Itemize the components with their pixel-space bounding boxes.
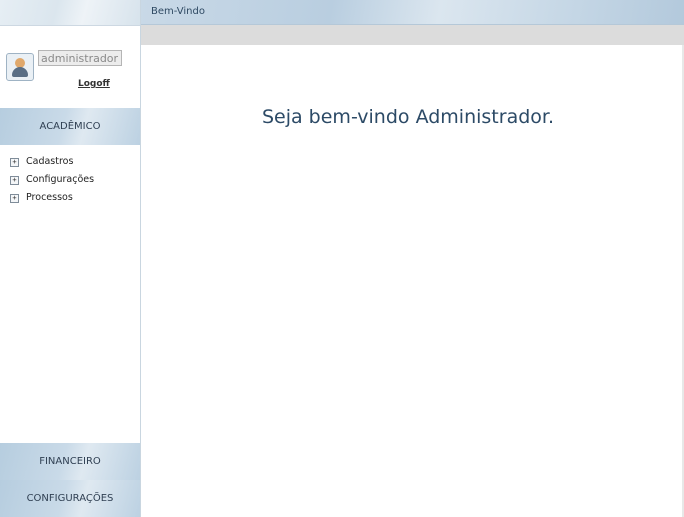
welcome-message: Seja bem-vindo Administrador. — [261, 106, 555, 128]
plus-box-icon[interactable]: + — [10, 157, 19, 167]
user-panel: Logoff — [0, 44, 140, 102]
tree-item-processos[interactable]: + Processos — [10, 189, 94, 207]
plus-box-icon[interactable]: + — [10, 193, 19, 203]
plus-box-icon[interactable]: + — [10, 175, 19, 185]
tree-item-configuracoes[interactable]: + Configurações — [10, 171, 94, 189]
username-field[interactable] — [38, 50, 122, 66]
tree-item-label: Configurações — [26, 174, 95, 185]
top-header: Bem-Vindo — [141, 0, 684, 25]
tree-item-cadastros[interactable]: + Cadastros — [10, 153, 94, 171]
page-title: Bem-Vindo — [151, 6, 205, 17]
user-avatar-icon — [6, 53, 34, 81]
tree-item-label: Cadastros — [26, 156, 74, 167]
tree-item-label: Processos — [26, 192, 73, 203]
section-academico[interactable]: ACADÊMICO — [0, 108, 140, 145]
section-configuracoes[interactable]: CONFIGURAÇÕES — [0, 480, 140, 517]
logoff-link[interactable]: Logoff — [78, 79, 110, 89]
menu-tree: + Cadastros + Configurações + Processos — [10, 153, 94, 207]
toolbar-strip — [141, 25, 684, 45]
section-financeiro[interactable]: FINANCEIRO — [0, 443, 140, 480]
sidebar: Logoff ACADÊMICO + Cadastros + Configura… — [0, 0, 141, 517]
sidebar-top-banner — [0, 0, 140, 26]
